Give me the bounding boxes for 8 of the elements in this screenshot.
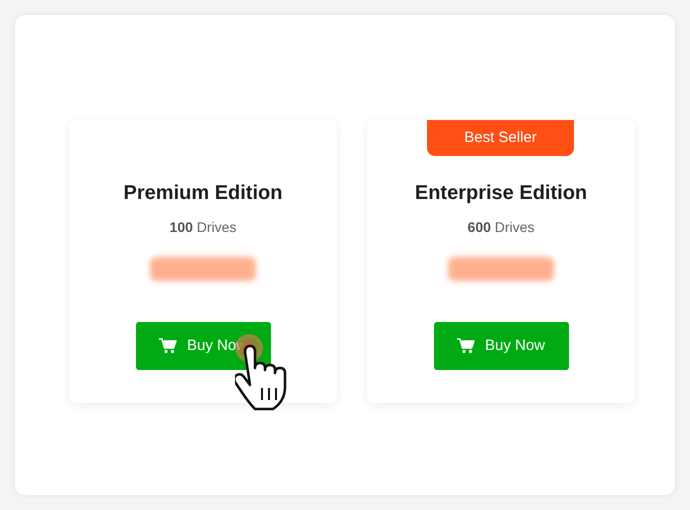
buy-button[interactable]: Buy Now <box>434 322 568 370</box>
plan-capacity: 100 Drives <box>170 218 236 237</box>
cart-icon <box>456 338 475 354</box>
plan-title: Premium Edition <box>124 181 282 206</box>
cart-icon <box>158 338 177 354</box>
plan-title: Enterprise Edition <box>414 181 588 206</box>
plan-capacity: 600 Drives <box>468 218 534 237</box>
ribbon-label: Best Seller <box>427 120 574 156</box>
